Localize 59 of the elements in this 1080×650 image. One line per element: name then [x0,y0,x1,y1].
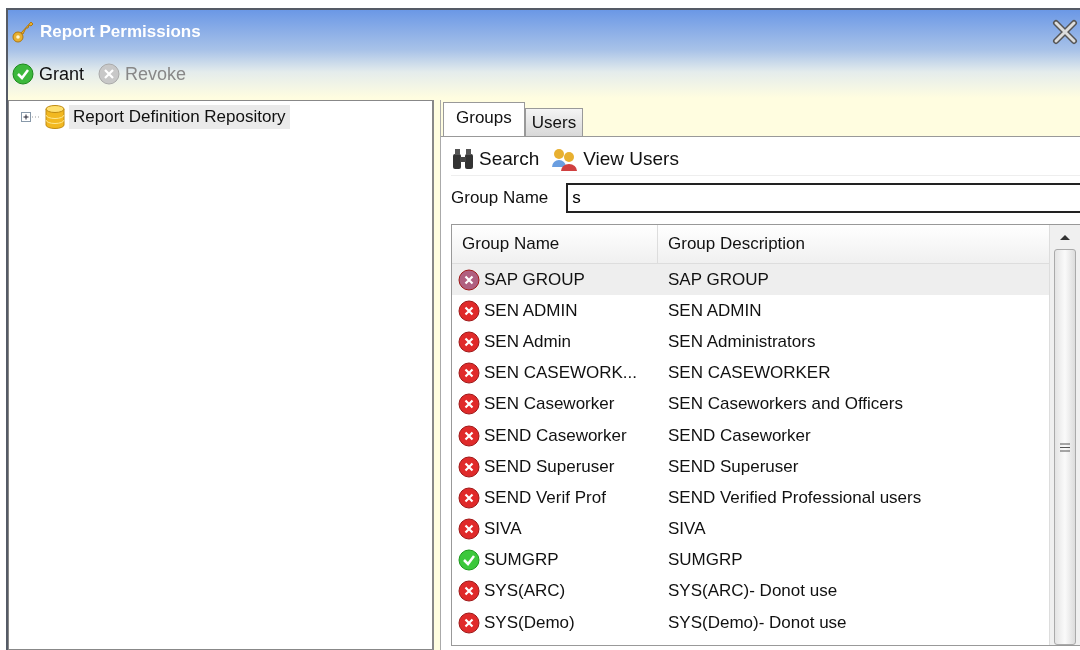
column-header[interactable]: Group Name [452,225,658,263]
scroll-thumb[interactable] [1054,249,1076,645]
tab[interactable]: Users [524,108,584,136]
toolbar-button[interactable]: View Users [551,147,679,171]
table-cell: SUMGRP [484,550,559,571]
table-row[interactable]: SEND Superuser SEND Superuser [452,451,1049,483]
table-row[interactable]: SEND Verif Prof SEND Verified Professional users [452,482,1049,514]
scrollbar[interactable] [1049,225,1080,645]
table-cell: SEN ADMIN [484,300,578,321]
toolbar-button[interactable]: Search [451,148,540,170]
tab[interactable]: Groups [443,102,525,136]
database-icon [45,105,65,129]
table-cell-text: SIVA [667,519,706,540]
scroll-up-icon[interactable] [1059,233,1071,241]
table-cell-text: SEN Administrators [667,331,816,352]
table-cell-text: SYS(ARC)- Donot use [667,581,838,602]
toolbar-button[interactable]: Grant [10,61,87,87]
window-title: Report Permissions [40,22,201,42]
table-row[interactable]: SEN Admin SEN Administrators [452,326,1049,358]
key-icon [12,20,34,44]
close-icon[interactable] [1052,19,1078,45]
table-row[interactable]: SIVA SIVA [452,513,1049,545]
table-cell: SEN Caseworker [484,394,615,415]
table-cell-text: SYS(Demo)- Donot use [667,612,847,633]
table-cell: SEND Superuser [484,456,615,477]
table-row[interactable]: SYS(ARC) SYS(ARC)- Donot use [452,575,1049,608]
field-label: Group Name [451,188,549,208]
users-icon [551,147,580,171]
column-header[interactable]: Group Description [658,225,805,263]
table-row[interactable]: SEND Caseworker SEND Caseworker [452,419,1049,452]
table-cell: SEND Caseworker [484,425,627,446]
table-cell: SIVA [484,519,522,540]
table-row[interactable]: SUMGRP SUMGRP [452,544,1049,576]
cancel-icon [98,63,121,85]
table-row[interactable]: SAP GROUP SAP GROUP [452,264,1049,296]
table-cell: SEN CASEWORK... [484,363,638,384]
table-cell-text: SEN CASEWORKER [667,363,831,384]
table-row[interactable]: SEN CASEWORK... SEN CASEWORKER [452,357,1049,389]
table-cell: SEND Verif Prof [484,487,606,508]
table-cell: SYS(ARC) [484,581,566,602]
table-cell-text: SEND Verified Professional users [667,487,922,508]
tree-item[interactable]: Report Definition Repository [69,105,290,129]
table-cell: SAP GROUP [484,269,585,290]
expand-icon[interactable] [21,111,41,123]
table-cell-text: SEND Superuser [667,456,799,477]
table-cell-text: SAP GROUP [667,269,769,290]
table-cell-text: SEN ADMIN [667,300,762,321]
check-icon [12,63,34,85]
grip-icon [1060,442,1070,452]
table-row[interactable]: SEN Caseworker SEN Caseworkers and Officers [452,388,1049,420]
group-name-field[interactable]: s [566,183,1080,213]
table-row[interactable]: SEN ADMIN SEN ADMIN [452,295,1049,327]
table-row[interactable]: SYS(Demo) SYS(Demo)- Donot use [452,607,1049,639]
table-cell: SYS(Demo) [484,612,575,633]
binoculars-icon [451,148,475,170]
table-cell: SEN Admin [484,331,571,352]
table-cell-text: SUMGRP [667,550,743,571]
table-cell-text: SEN Caseworkers and Officers [667,394,903,415]
table-cell-text: SEND Caseworker [667,425,811,446]
